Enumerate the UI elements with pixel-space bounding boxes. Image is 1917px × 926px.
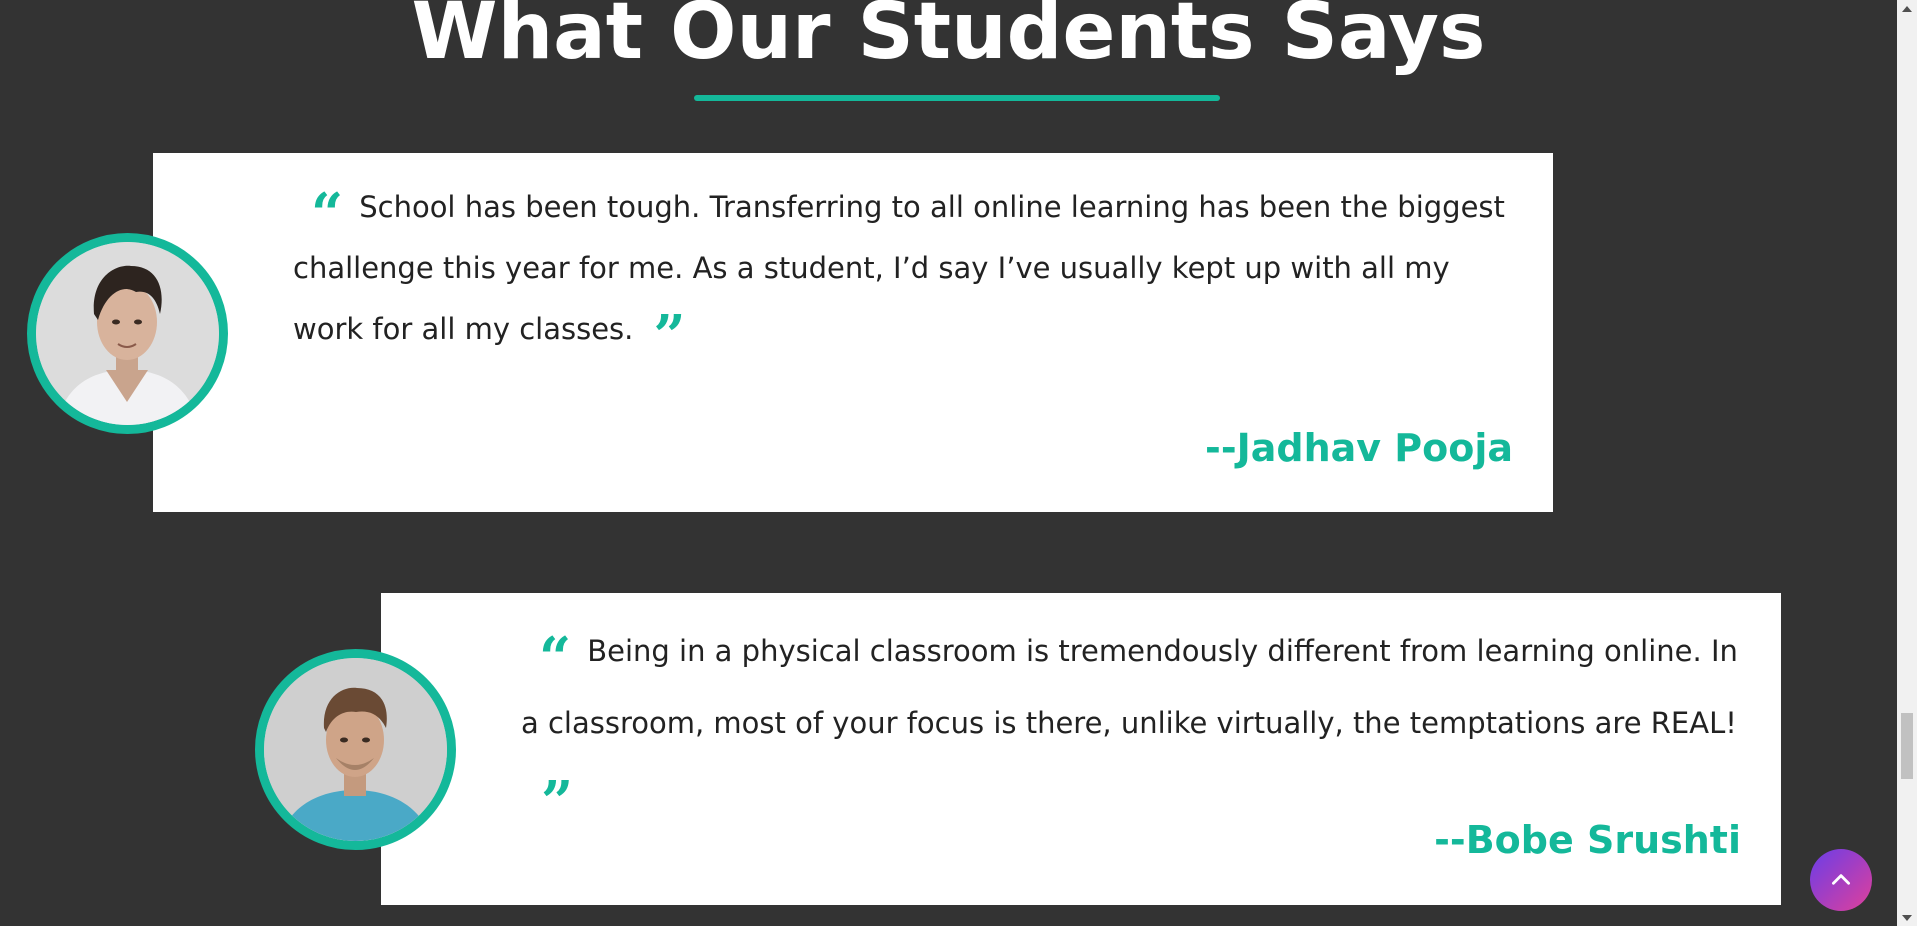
avatar: [255, 649, 456, 850]
vertical-scrollbar[interactable]: [1897, 0, 1917, 926]
student-photo: [264, 658, 447, 841]
testimonial-card: “School has been tough. Transferring to …: [153, 153, 1553, 512]
quote-right-icon: ”: [653, 303, 685, 369]
triangle-down-icon: [1902, 914, 1912, 921]
testimonial-text: Being in a physical classroom is tremend…: [521, 634, 1738, 740]
quote-right-icon: ”: [541, 769, 573, 835]
testimonial-quote: “School has been tough. Transferring to …: [293, 177, 1523, 369]
testimonial-card: “Being in a physical classroom is tremen…: [381, 593, 1781, 905]
testimonial-quote: “Being in a physical classroom is tremen…: [521, 615, 1751, 831]
chevron-up-icon: [1832, 874, 1850, 885]
scroll-to-top-button[interactable]: [1810, 849, 1872, 911]
scroll-down-arrow[interactable]: [1897, 909, 1917, 926]
avatar: [27, 233, 228, 434]
quote-left-icon: “: [311, 181, 343, 247]
triangle-up-icon: [1902, 5, 1912, 12]
testimonials-page: What Our Students Says “School has been …: [0, 0, 1917, 926]
testimonial-text: School has been tough. Transferring to a…: [293, 190, 1505, 346]
quote-left-icon: “: [539, 625, 571, 691]
section-title: What Our Students Says: [411, 0, 1486, 77]
scroll-up-arrow[interactable]: [1897, 0, 1917, 17]
scrollbar-thumb[interactable]: [1901, 713, 1913, 779]
testimonial-author: --Jadhav Pooja: [1205, 426, 1513, 470]
title-underline: [694, 95, 1220, 101]
student-photo: [36, 242, 219, 425]
testimonial-author: --Bobe Srushti: [1434, 818, 1741, 862]
